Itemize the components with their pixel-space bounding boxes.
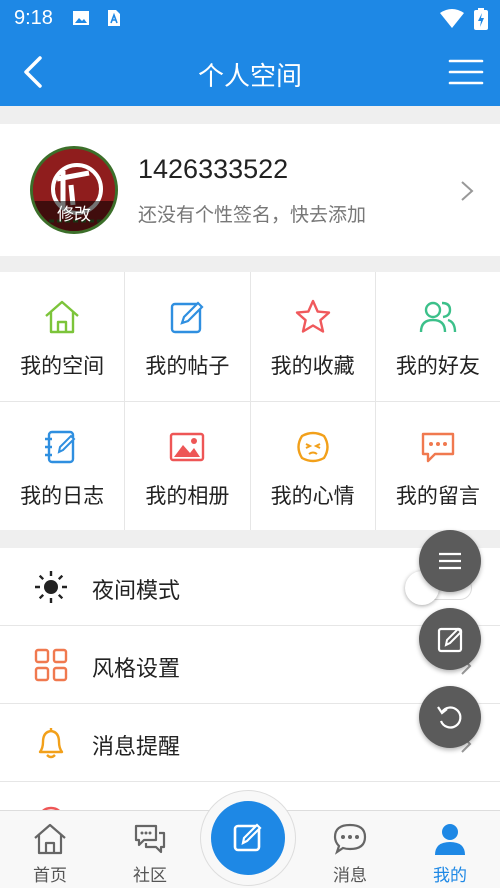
image-notification-icon [73,11,89,25]
grid-style-icon [34,648,68,682]
friends-icon [419,301,457,333]
settings-item-label: 消息提醒 [92,735,181,760]
diary-icon [45,430,76,463]
message-icon [421,432,455,462]
shortcut-grid: 我的空间 我的帖子 我的收藏 我的好友 我的日志 我的相册 我的心情 我的留言 [0,272,500,530]
menu-lines-icon [439,552,461,570]
tab-label: 我的 [433,866,467,886]
compose-button-inner [211,801,285,875]
settings-item-label: 风格设置 [92,657,181,682]
tab-label: 首页 [33,866,67,886]
fab-edit-button[interactable] [419,608,481,670]
grid-item-my-friends[interactable]: 我的好友 [375,272,500,401]
status-bar: 9:18 [0,0,500,38]
tab-community[interactable]: 社区 [100,811,200,888]
fab-refresh-button[interactable] [419,686,481,748]
menu-icon[interactable] [448,58,484,86]
tab-messages[interactable]: 消息 [300,811,400,888]
profile-icon [435,824,465,855]
grid-item-my-diary[interactable]: 我的日志 [0,401,125,530]
grid-item-label: 我的留言 [395,483,480,508]
grid-item-my-messages[interactable]: 我的留言 [375,401,500,530]
user-id: 1426333522 [138,154,289,184]
avatar-edit-label[interactable]: 修改 [33,201,115,231]
community-icon [134,824,166,854]
app-notification-icon [108,10,120,26]
battery-icon [474,8,488,30]
page-title: 个人空间 [197,62,302,92]
grid-item-my-space[interactable]: 我的空间 [0,272,125,401]
tab-label: 消息 [333,866,367,886]
grid-item-label: 我的空间 [20,354,105,378]
mood-icon [296,431,329,462]
tab-mine[interactable]: 我的 [400,811,500,888]
grid-item-my-mood[interactable]: 我的心情 [250,401,375,530]
compose-icon [233,823,262,852]
settings-item-label: 夜间模式 [92,579,181,604]
chat-icon [333,823,367,855]
star-icon [295,299,330,333]
grid-item-my-posts[interactable]: 我的帖子 [125,272,250,401]
compose-button[interactable] [200,790,296,886]
fab-menu-button[interactable] [419,530,481,592]
home-tab-icon [34,823,66,855]
grid-item-label: 我的收藏 [270,354,355,378]
avatar[interactable]: 修改 [30,146,118,234]
grid-item-label: 我的日志 [20,483,105,508]
album-icon [170,432,205,461]
grid-item-my-favorites[interactable]: 我的收藏 [250,272,375,401]
home-icon [45,300,79,334]
grid-item-label: 我的好友 [395,354,480,378]
wifi-icon [440,9,464,28]
settings-list: 夜间模式 风格设置 消息提醒 [0,548,500,810]
grid-item-label: 我的心情 [270,483,355,508]
sun-icon [35,571,67,603]
app-bar: 个人空间 [0,38,500,106]
signature-text: 还没有个性签名，快去添加 [138,204,367,226]
tab-label: 社区 [133,866,167,886]
edit-icon [171,301,204,334]
chevron-right-icon [461,181,474,201]
edit-icon [437,627,463,653]
grid-item-my-album[interactable]: 我的相册 [125,401,250,530]
profile-card[interactable]: 修改 1426333522 还没有个性签名，快去添加 [0,124,500,256]
grid-item-label: 我的相册 [145,483,230,508]
grid-item-label: 我的帖子 [145,354,230,378]
status-time: 9:18 [14,7,53,29]
tab-home[interactable]: 首页 [0,811,100,888]
bell-icon [38,728,64,759]
refresh-icon [437,706,462,729]
